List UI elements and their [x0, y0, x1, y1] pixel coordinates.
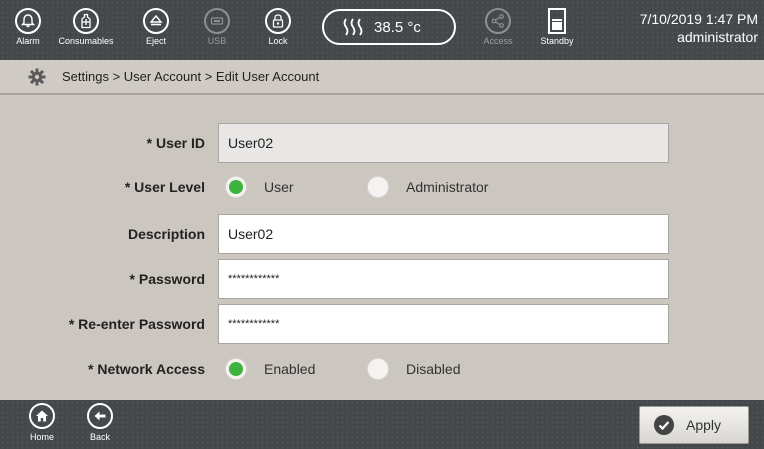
- user-id-label: * User ID: [146, 135, 205, 151]
- apply-button[interactable]: Apply: [639, 406, 749, 444]
- breadcrumb: Settings > User Account > Edit User Acco…: [62, 69, 320, 84]
- bell-icon: [15, 8, 41, 34]
- top-toolbar: Alarm Consumables Eject USB Lock 38.5 °c: [0, 0, 764, 60]
- usb-icon: [204, 8, 230, 34]
- network-access-enabled-label: Enabled: [264, 361, 316, 377]
- temperature-value: 38.5 °c: [374, 18, 421, 36]
- usb-button[interactable]: USB: [189, 4, 245, 58]
- back-arrow-icon: [87, 403, 113, 429]
- status-info: 7/10/2019 1:47 PM administrator: [640, 10, 758, 46]
- network-access-disabled-label: Disabled: [406, 361, 461, 377]
- back-label: Back: [89, 432, 110, 442]
- alarm-label: Alarm: [16, 36, 40, 46]
- home-label: Home: [29, 432, 54, 442]
- user-level-user-label: User: [264, 179, 294, 195]
- network-access-enabled-radio[interactable]: Enabled: [225, 358, 315, 380]
- password-label: * Password: [129, 271, 205, 287]
- lock-icon: [265, 8, 291, 34]
- network-access-disabled-radio[interactable]: Disabled: [367, 358, 460, 380]
- access-label: Access: [483, 36, 513, 46]
- lock-label: Lock: [268, 36, 288, 46]
- alarm-button[interactable]: Alarm: [0, 4, 56, 58]
- consumables-label: Consumables: [58, 36, 114, 46]
- user-id-row: * User ID User02: [0, 122, 764, 164]
- current-user: administrator: [677, 29, 758, 45]
- temperature-display[interactable]: 38.5 °c: [322, 9, 456, 45]
- heat-waves-icon: [343, 18, 363, 36]
- usb-label: USB: [207, 36, 227, 46]
- radio-unselected-indicator: [367, 358, 389, 380]
- user-level-row: * User Level User Administrator: [0, 175, 764, 199]
- user-id-field[interactable]: User02: [218, 123, 669, 163]
- checkmark-icon: [654, 415, 674, 435]
- password-field[interactable]: ************: [218, 259, 669, 299]
- user-level-administrator-radio[interactable]: Administrator: [367, 176, 488, 198]
- eject-label: Eject: [145, 36, 166, 46]
- user-level-administrator-label: Administrator: [406, 179, 489, 195]
- bottle-icon: [73, 8, 99, 34]
- eject-button[interactable]: Eject: [128, 4, 184, 58]
- home-icon: [29, 403, 55, 429]
- network-access-label: * Network Access: [88, 361, 205, 377]
- description-label: Description: [127, 226, 205, 242]
- reenter-password-field[interactable]: ************: [218, 304, 669, 344]
- lock-button[interactable]: Lock: [250, 4, 306, 58]
- user-level-label: * User Level: [124, 179, 205, 195]
- datetime-display: 7/10/2019 1:47 PM: [639, 11, 758, 27]
- user-level-user-radio[interactable]: User: [225, 176, 294, 198]
- consumables-button[interactable]: Consumables: [58, 4, 114, 58]
- reenter-password-label: * Re-enter Password: [68, 316, 205, 332]
- apply-label: Apply: [686, 417, 722, 433]
- standby-label: Standby: [540, 36, 574, 46]
- breadcrumb-bar: Settings > User Account > Edit User Acco…: [0, 60, 764, 95]
- reenter-password-row: * Re-enter Password ************: [0, 303, 764, 345]
- description-row: Description User02: [0, 213, 764, 255]
- access-button[interactable]: Access: [470, 4, 526, 58]
- description-field[interactable]: User02: [218, 214, 669, 254]
- back-button[interactable]: Back: [80, 403, 120, 442]
- password-row: * Password ************: [0, 258, 764, 300]
- network-access-row: * Network Access Enabled Disabled: [0, 357, 764, 381]
- radio-selected-indicator: [225, 358, 247, 380]
- radio-unselected-indicator: [367, 176, 389, 198]
- radio-selected-indicator: [225, 176, 247, 198]
- standby-icon: [548, 8, 566, 34]
- home-button[interactable]: Home: [22, 403, 62, 442]
- standby-button[interactable]: Standby: [529, 4, 585, 58]
- eject-icon: [143, 8, 169, 34]
- gear-icon: [28, 68, 46, 85]
- share-icon: [485, 8, 511, 34]
